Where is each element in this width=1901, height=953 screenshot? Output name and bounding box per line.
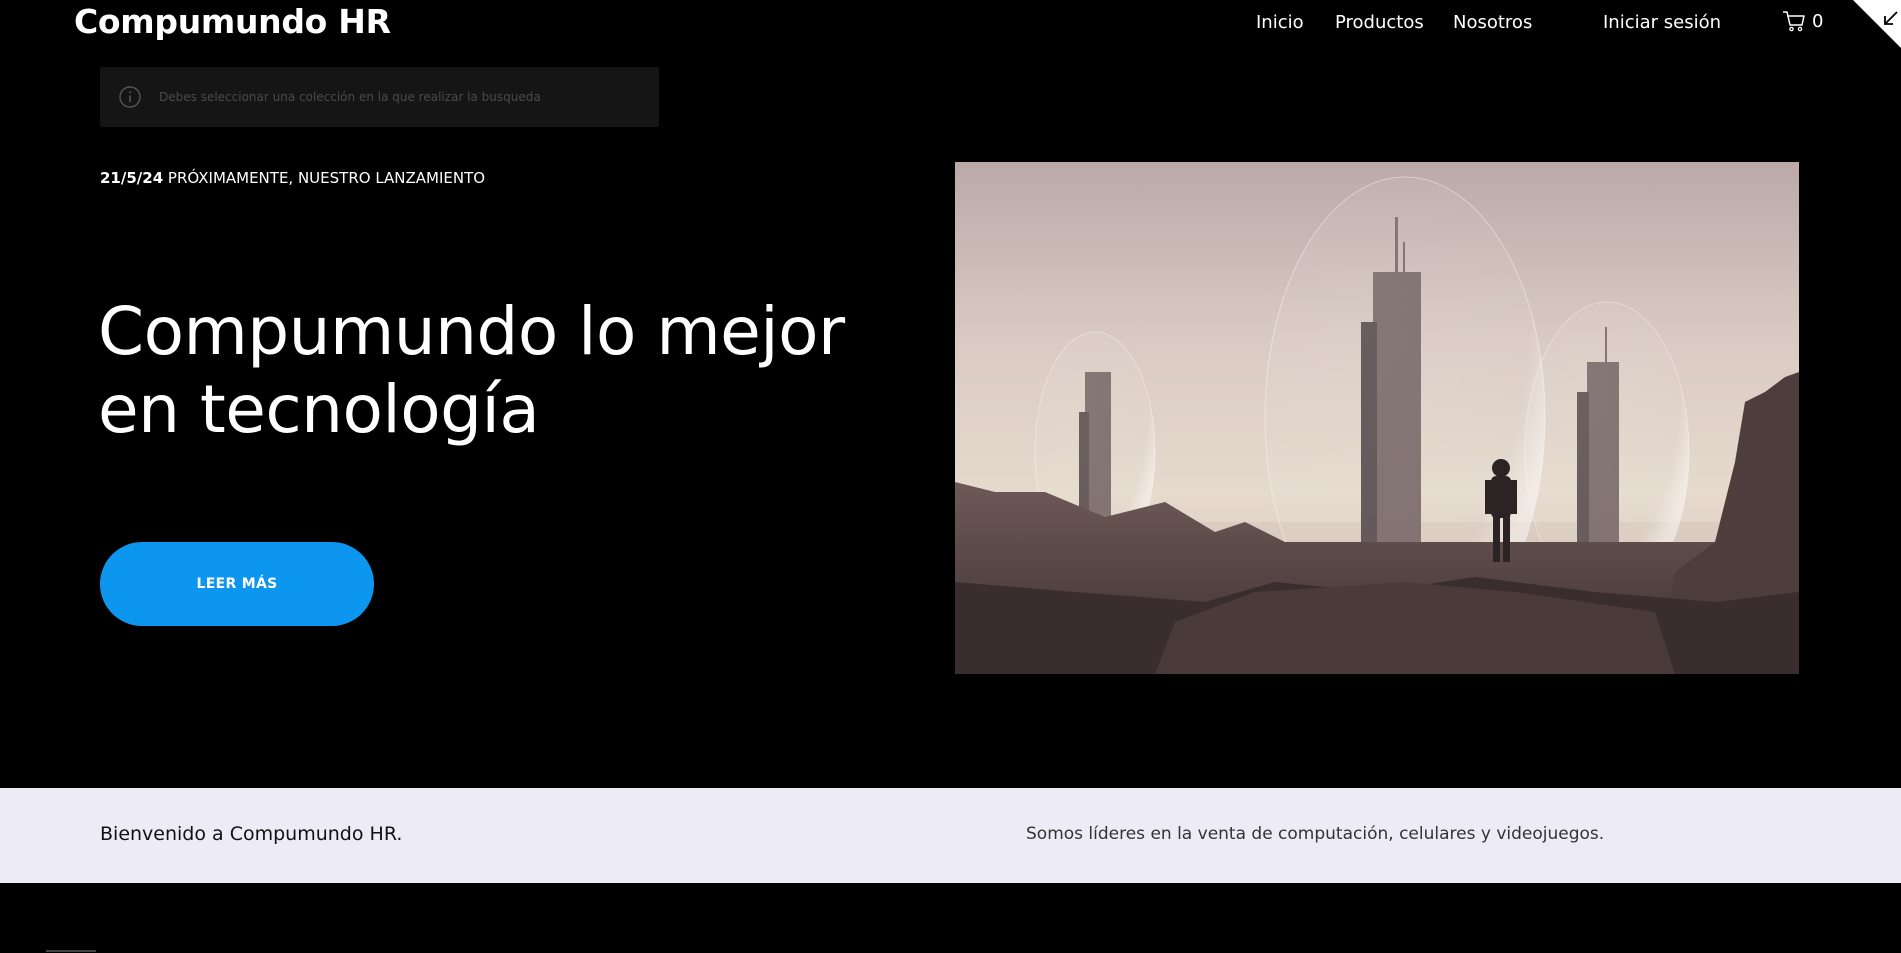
- welcome-text: Somos líderes en la venta de computación…: [1026, 824, 1605, 844]
- login-link[interactable]: Iniciar sesión: [1603, 12, 1721, 33]
- launch-date: 21/5/24: [100, 169, 164, 187]
- hero-image: [955, 162, 1799, 674]
- search-notice: Debes seleccionar una colección en la qu…: [100, 67, 659, 127]
- divider: [46, 950, 96, 952]
- nav-inicio[interactable]: Inicio: [1256, 12, 1304, 33]
- welcome-band: Bienvenido a Compumundo HR. Somos lídere…: [0, 788, 1901, 883]
- collapse-arrow-icon[interactable]: [1881, 10, 1899, 28]
- launch-caption: PRÓXIMAMENTE, NUESTRO LANZAMIENTO: [163, 169, 486, 187]
- nav-nosotros[interactable]: Nosotros: [1453, 12, 1532, 33]
- welcome-title: Bienvenido a Compumundo HR.: [100, 823, 403, 845]
- cart-count: 0: [1812, 10, 1824, 32]
- notice-text: Debes seleccionar una colección en la qu…: [159, 90, 541, 104]
- read-more-button[interactable]: LEER MÁS: [100, 542, 374, 626]
- hero-headline: Compumundo lo mejor en tecnología: [98, 293, 845, 448]
- cart-icon: [1783, 11, 1805, 32]
- cart-button[interactable]: 0: [1782, 10, 1823, 32]
- nav-productos[interactable]: Productos: [1335, 12, 1424, 33]
- info-icon: [119, 86, 141, 108]
- launch-date-line: 21/5/24 PRÓXIMAMENTE, NUESTRO LANZAMIENT…: [100, 169, 485, 187]
- brand-logo[interactable]: Compumundo HR: [74, 2, 391, 41]
